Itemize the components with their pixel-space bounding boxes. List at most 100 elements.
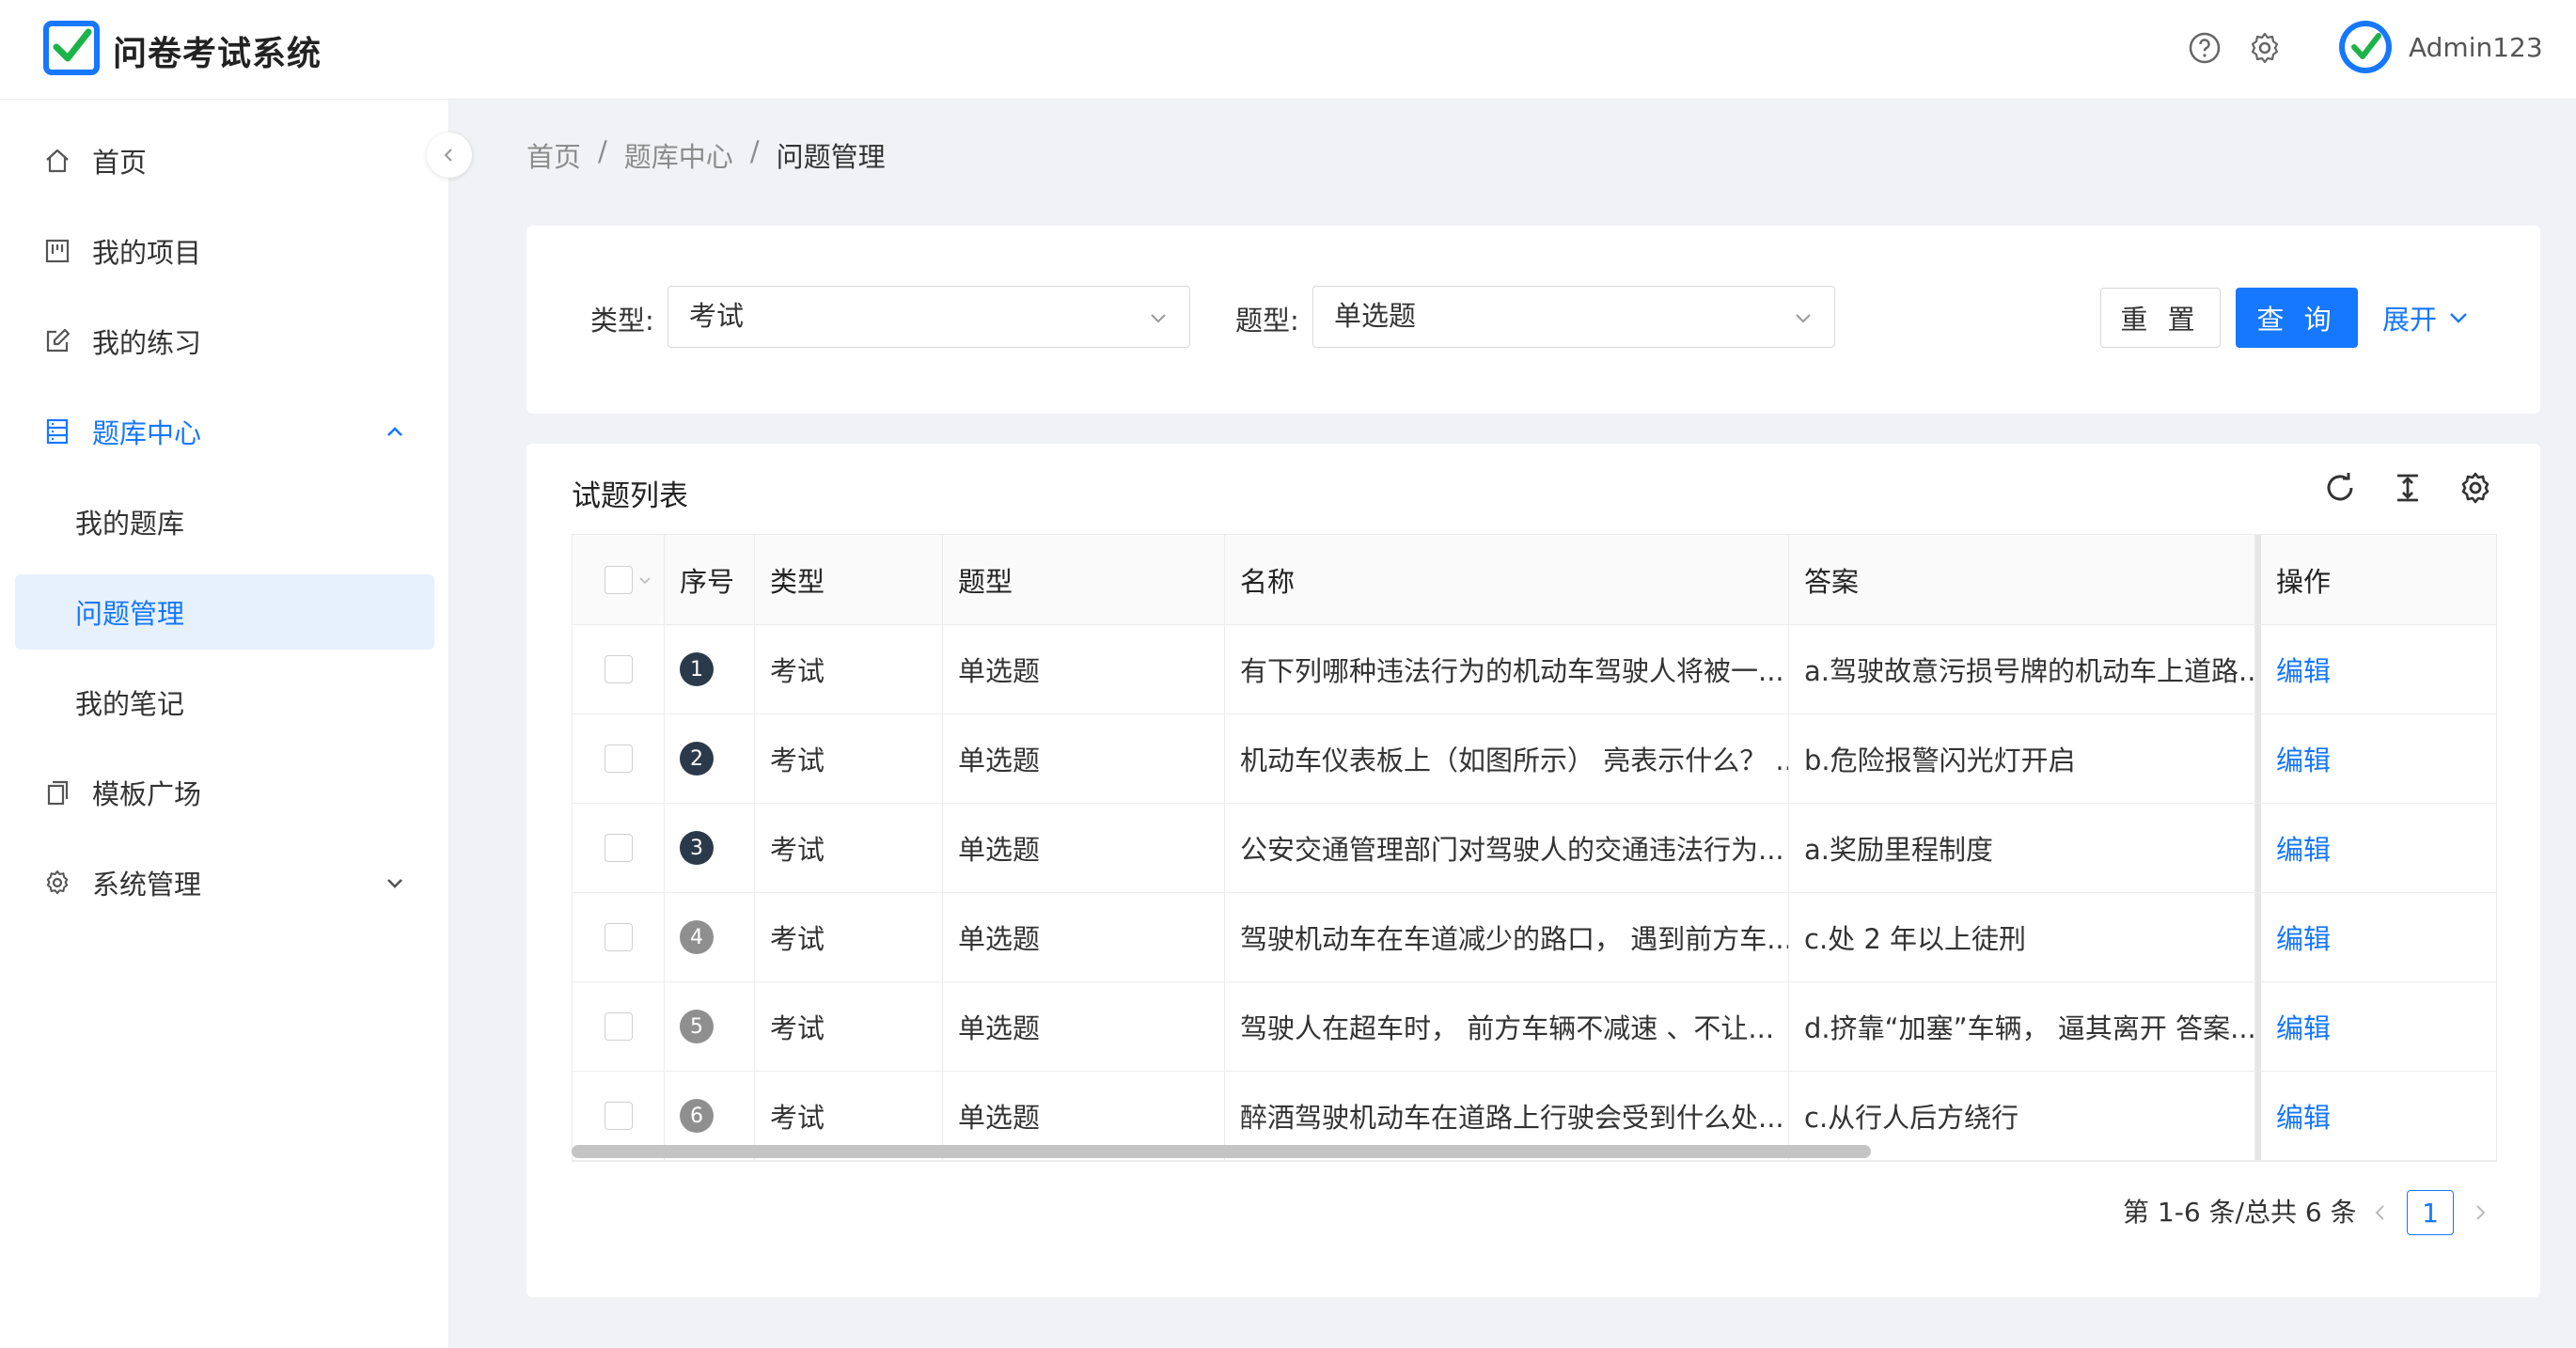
expand-button[interactable]: 展开 (2382, 288, 2514, 348)
row-checkbox[interactable] (605, 745, 633, 773)
prev-page-icon[interactable] (2371, 1203, 2390, 1222)
cell-index: 3 (665, 804, 755, 892)
cell-type: 考试 (755, 714, 943, 803)
type-filter-label: 类型: (590, 305, 654, 337)
row-select-cell (573, 804, 665, 892)
home-icon (46, 149, 69, 173)
cell-name: 有下列哪种违法行为的机动车驾驶人将被一... (1225, 625, 1789, 713)
table-row[interactable]: 5 考试 单选题 驾驶人在超车时， 前方车辆不减速 、不让... d.挤靠“加塞”车辆，… (573, 982, 2496, 1072)
logo-icon (43, 21, 100, 75)
cell-name: 驾驶机动车在车道减少的路口， 遇到前方车... (1225, 893, 1789, 981)
edit-link[interactable]: 编辑 (2276, 1096, 2331, 1136)
table-row[interactable]: 4 考试 单选题 驾驶机动车在车道减少的路口， 遇到前方车... c.处 2 年以上徒刑… (573, 893, 2496, 982)
expand-label: 展开 (2382, 304, 2438, 336)
edit-link[interactable]: 编辑 (2276, 650, 2331, 689)
reset-button[interactable]: 重 置 (2100, 288, 2221, 348)
cell-type: 考试 (755, 982, 943, 1071)
question-type-filter-label: 题型: (1235, 305, 1299, 337)
breadcrumb-home[interactable]: 首页 (526, 135, 581, 175)
app-title: 问卷考试系统 (113, 35, 322, 73)
density-icon[interactable] (2390, 470, 2426, 506)
column-header-answer[interactable]: 答案 (1789, 535, 2255, 624)
column-header-index[interactable]: 序号 (665, 535, 755, 624)
breadcrumb-separator: / (749, 135, 760, 167)
sidebar-collapse-button[interactable] (427, 133, 472, 178)
gear-icon (46, 870, 69, 895)
chevron-down-icon (2450, 313, 2467, 323)
edit-link[interactable]: 编辑 (2276, 828, 2331, 868)
database-icon (46, 418, 69, 445)
sidebar-item-my-bank[interactable]: 我的题库 (15, 484, 434, 559)
cell-question-type: 单选题 (943, 982, 1225, 1071)
horizontal-scrollbar[interactable] (572, 1145, 1871, 1158)
sidebar-item-projects[interactable]: 我的项目 (15, 213, 434, 289)
index-badge: 1 (680, 652, 714, 686)
cell-type: 考试 (755, 893, 943, 981)
row-checkbox[interactable] (605, 834, 633, 862)
index-badge: 4 (680, 920, 714, 954)
query-button[interactable]: 查 询 (2236, 288, 2358, 348)
refresh-icon[interactable] (2322, 470, 2358, 506)
username[interactable]: Admin123 (2409, 32, 2543, 63)
cell-answer: b.危险报警闪光灯开启 (1789, 714, 2255, 803)
edit-link[interactable]: 编辑 (2276, 1007, 2331, 1046)
cell-actions: 编辑 (2255, 714, 2496, 803)
cell-question-type: 单选题 (943, 893, 1225, 981)
sidebar-item-system[interactable]: 系统管理 (15, 845, 434, 920)
edit-link[interactable]: 编辑 (2276, 739, 2331, 778)
column-settings-icon[interactable] (2458, 470, 2493, 506)
sidebar-item-home[interactable]: 首页 (15, 123, 434, 198)
breadcrumb: 首页 / 题库中心 / 问题管理 (526, 135, 886, 175)
chevron-left-icon (444, 149, 452, 162)
column-header-actions: 操作 (2255, 535, 2496, 624)
project-icon (45, 239, 70, 263)
column-header-type[interactable]: 类型 (755, 535, 943, 624)
cell-type: 考试 (755, 625, 943, 713)
question-type-select[interactable]: 单选题 (1312, 286, 1835, 348)
sidebar-item-my-notes[interactable]: 我的笔记 (15, 665, 434, 740)
type-select[interactable]: 考试 (668, 286, 1190, 348)
sidebar-item-label: 我的项目 (92, 237, 202, 269)
select-all-checkbox[interactable] (605, 565, 633, 594)
cell-actions: 编辑 (2255, 625, 2496, 713)
table-row[interactable]: 1 考试 单选题 有下列哪种违法行为的机动车驾驶人将被一... a.驾驶故意污损号牌的机… (573, 625, 2496, 714)
column-header-name[interactable]: 名称 (1225, 535, 1789, 624)
help-icon[interactable] (2187, 30, 2223, 66)
table-title: 试题列表 (572, 479, 688, 513)
chevron-down-icon[interactable] (638, 573, 652, 587)
column-header-question-type[interactable]: 题型 (943, 535, 1225, 624)
row-checkbox[interactable] (605, 1012, 633, 1041)
table-row[interactable]: 2 考试 单选题 机动车仪表板上（如图所示） 亮表示什么？ ... b.危险报警闪光灯开… (573, 714, 2496, 804)
cell-name: 机动车仪表板上（如图所示） 亮表示什么？ ... (1225, 714, 1789, 803)
cell-question-type: 单选题 (943, 804, 1225, 892)
sidebar-item-question-bank[interactable]: 题库中心 (15, 394, 434, 469)
row-select-cell (573, 625, 665, 713)
gear-icon[interactable] (2247, 30, 2283, 66)
row-checkbox[interactable] (605, 1102, 633, 1130)
edit-link[interactable]: 编辑 (2276, 917, 2331, 957)
sidebar-item-label: 模板广场 (92, 778, 202, 810)
sidebar-item-label: 我的题库 (75, 508, 185, 540)
type-select-value: 考试 (689, 300, 745, 332)
page-number-current[interactable]: 1 (2407, 1190, 2454, 1235)
sidebar-item-label: 我的笔记 (75, 688, 185, 720)
sidebar-item-templates[interactable]: 模板广场 (15, 755, 434, 830)
row-checkbox[interactable] (605, 923, 633, 951)
avatar[interactable] (2337, 19, 2394, 75)
next-page-icon[interactable] (2471, 1203, 2490, 1222)
question-list-panel: 试题列表 序号 类型 题型 名称 答案 操作 1 考试 单选题 有下列哪种违法行为的机… (526, 444, 2540, 1297)
sidebar-item-question-management[interactable]: 问题管理 (15, 574, 434, 650)
cell-answer: a.驾驶故意污损号牌的机动车上道路... (1789, 625, 2255, 713)
top-header: 问卷考试系统 Admin123 (0, 0, 2576, 100)
index-badge: 3 (680, 831, 714, 865)
table-row[interactable]: 3 考试 单选题 公安交通管理部门对驾驶人的交通违法行为... a.奖励里程制度 编辑 (573, 804, 2496, 893)
question-table: 序号 类型 题型 名称 答案 操作 1 考试 单选题 有下列哪种违法行为的机动车驾驶人… (572, 534, 2497, 1162)
chevron-down-icon (1796, 314, 1811, 323)
breadcrumb-question-bank[interactable]: 题库中心 (624, 135, 733, 175)
filter-panel: 类型: 考试 题型: 单选题 重 置 查 询 展开 (526, 226, 2540, 414)
cell-question-type: 单选题 (943, 625, 1225, 713)
sidebar-item-practice[interactable]: 我的练习 (15, 304, 434, 379)
chevron-up-icon (387, 427, 402, 436)
row-checkbox[interactable] (605, 655, 633, 683)
index-badge: 2 (680, 742, 714, 776)
